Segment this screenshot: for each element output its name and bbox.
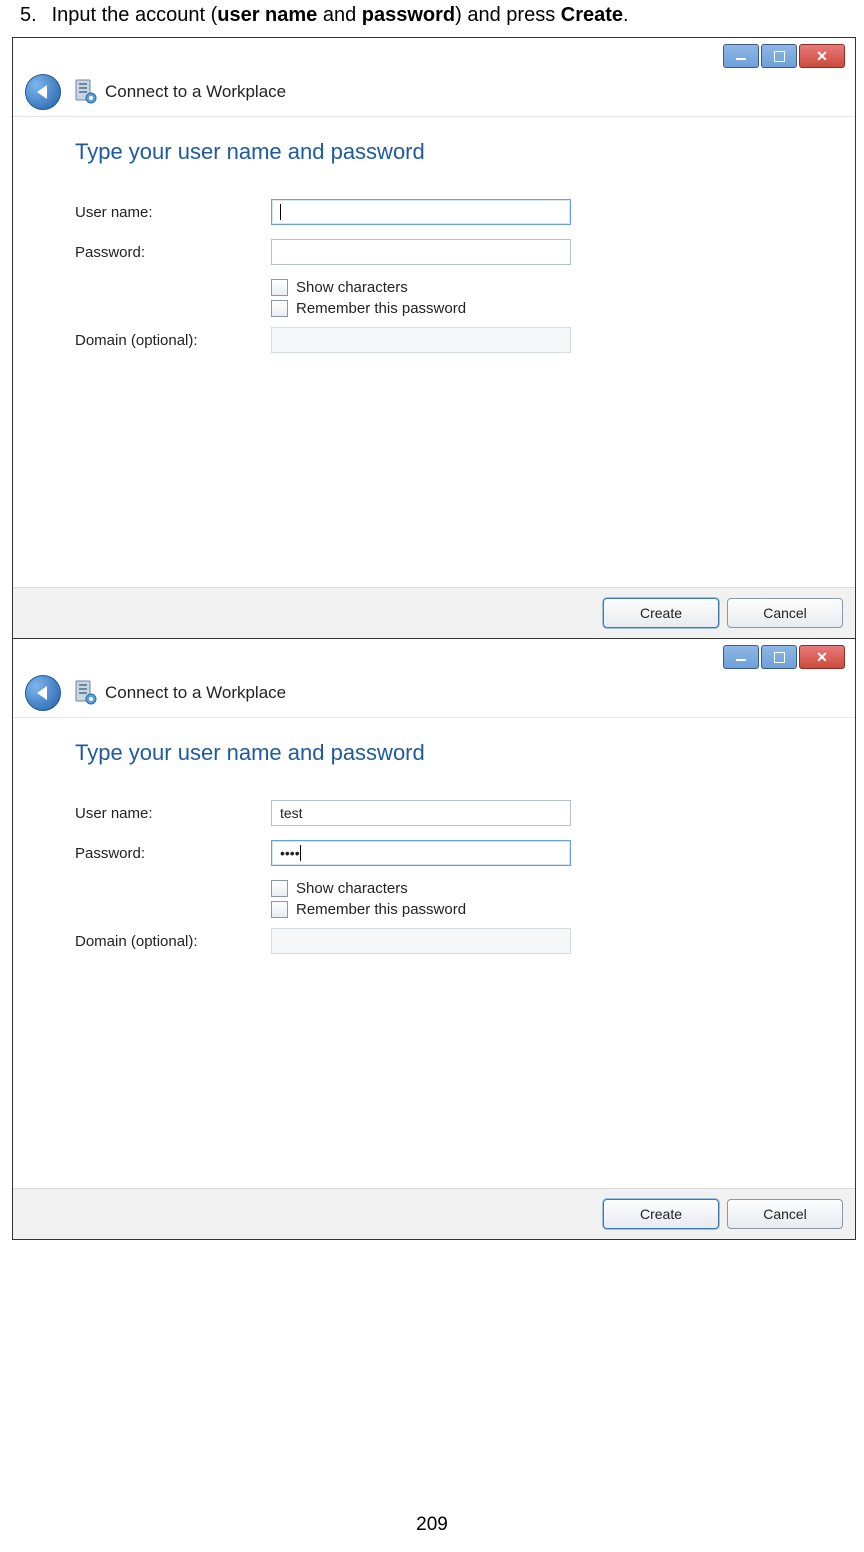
credentials-form: User name: Password: Show characters (75, 199, 819, 353)
domain-row: Domain (optional): (75, 928, 819, 954)
username-value: test (280, 805, 303, 821)
text-cursor (300, 845, 301, 861)
wizard-footer: Create Cancel (13, 1188, 855, 1239)
cancel-button[interactable]: Cancel (727, 1199, 843, 1229)
wizard-content: Type your user name and password User na… (13, 718, 855, 1188)
password-input[interactable]: •••• (271, 840, 571, 866)
create-button[interactable]: Create (603, 1199, 719, 1229)
remember-password-row: Remember this password (271, 901, 819, 918)
domain-input[interactable] (271, 327, 571, 353)
minimize-button[interactable] (723, 645, 759, 669)
wizard-title: Connect to a Workplace (105, 82, 286, 102)
remember-password-checkbox[interactable] (271, 300, 288, 317)
username-row: User name: test (75, 800, 819, 826)
domain-input[interactable] (271, 928, 571, 954)
maximize-icon (774, 51, 785, 62)
remember-password-label: Remember this password (296, 901, 466, 918)
remember-password-label: Remember this password (296, 300, 466, 317)
password-label: Password: (75, 244, 271, 261)
password-input[interactable] (271, 239, 571, 265)
create-button[interactable]: Create (603, 598, 719, 628)
close-button[interactable]: ✕ (799, 645, 845, 669)
wizard-heading: Type your user name and password (75, 740, 819, 766)
show-characters-label: Show characters (296, 880, 408, 897)
back-arrow-icon (37, 85, 47, 99)
minimize-icon (736, 58, 746, 60)
password-label: Password: (75, 845, 271, 862)
back-button[interactable] (25, 675, 61, 711)
close-button[interactable]: ✕ (799, 44, 845, 68)
wizard-footer: Create Cancel (13, 587, 855, 638)
username-label: User name: (75, 204, 271, 221)
wizard-content: Type your user name and password User na… (13, 117, 855, 587)
close-icon: ✕ (816, 49, 828, 63)
remember-password-checkbox[interactable] (271, 901, 288, 918)
wizard-window: ✕ Connect to a Workplace Type your user … (13, 638, 855, 1239)
username-row: User name: (75, 199, 819, 225)
password-row: Password: •••• (75, 840, 819, 866)
minimize-button[interactable] (723, 44, 759, 68)
username-input[interactable] (271, 199, 571, 225)
screenshots-container: ✕ Connect to a Workplace Type your user … (12, 37, 856, 1240)
domain-row: Domain (optional): (75, 327, 819, 353)
domain-label: Domain (optional): (75, 933, 271, 950)
maximize-button[interactable] (761, 44, 797, 68)
wizard-window: ✕ Connect to a Workplace Type your user … (13, 38, 855, 638)
workplace-icon (73, 78, 97, 106)
domain-label: Domain (optional): (75, 332, 271, 349)
step-instruction: 5. Input the account (user name and pass… (0, 0, 864, 33)
window-chrome-buttons: ✕ (723, 645, 845, 669)
show-characters-checkbox[interactable] (271, 279, 288, 296)
wizard-heading: Type your user name and password (75, 139, 819, 165)
close-icon: ✕ (816, 650, 828, 664)
workplace-icon (73, 679, 97, 707)
credentials-form: User name: test Password: •••• Show cha (75, 800, 819, 954)
back-button[interactable] (25, 74, 61, 110)
show-characters-label: Show characters (296, 279, 408, 296)
remember-password-row: Remember this password (271, 300, 819, 317)
show-characters-checkbox[interactable] (271, 880, 288, 897)
password-value: •••• (280, 845, 300, 861)
step-number: 5. (20, 4, 46, 27)
maximize-button[interactable] (761, 645, 797, 669)
maximize-icon (774, 652, 785, 663)
text-cursor (280, 204, 281, 220)
minimize-icon (736, 659, 746, 661)
back-arrow-icon (37, 686, 47, 700)
cancel-button[interactable]: Cancel (727, 598, 843, 628)
username-label: User name: (75, 805, 271, 822)
window-chrome-buttons: ✕ (723, 44, 845, 68)
show-characters-row: Show characters (271, 279, 819, 296)
password-row: Password: (75, 239, 819, 265)
show-characters-row: Show characters (271, 880, 819, 897)
page-number: 209 (0, 1514, 864, 1536)
wizard-title: Connect to a Workplace (105, 683, 286, 703)
username-input[interactable]: test (271, 800, 571, 826)
